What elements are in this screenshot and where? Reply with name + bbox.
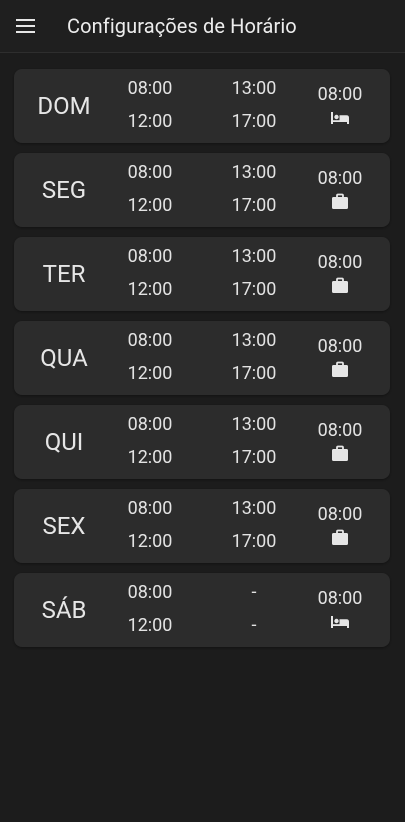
day-label: SÁB [41, 596, 87, 624]
morning-end-time: 12:00 [127, 279, 173, 300]
morning-end-time: 12:00 [127, 195, 173, 216]
afternoon-start-time: 13:00 [231, 78, 277, 99]
day-card-qua[interactable]: QUA 08:00 12:00 13:00 17:00 08:00 [14, 321, 390, 395]
afternoon-start-time: 13:00 [231, 498, 277, 519]
afternoon-start-time: - [251, 582, 257, 603]
extra-time: 08:00 [317, 588, 363, 609]
morning-end-time: 12:00 [127, 363, 173, 384]
afternoon-start-time: 13:00 [231, 246, 277, 267]
day-label: TER [42, 260, 86, 288]
day-label: SEX [42, 512, 86, 540]
afternoon-start-time: 13:00 [231, 162, 277, 183]
extra-time: 08:00 [317, 504, 363, 525]
morning-start-time: 08:00 [127, 78, 173, 99]
day-card-ter[interactable]: TER 08:00 12:00 13:00 17:00 08:00 [14, 237, 390, 311]
day-card-qui[interactable]: QUI 08:00 12:00 13:00 17:00 08:00 [14, 405, 390, 479]
app-bar: Configurações de Horário [0, 0, 405, 53]
afternoon-start-time: 13:00 [231, 330, 277, 351]
afternoon-end-time: 17:00 [231, 195, 277, 216]
briefcase-icon [332, 361, 348, 377]
day-card-sex[interactable]: SEX 08:00 12:00 13:00 17:00 08:00 [14, 489, 390, 563]
day-label: QUI [44, 428, 84, 456]
briefcase-icon [332, 277, 348, 293]
afternoon-end-time: 17:00 [231, 447, 277, 468]
extra-time: 08:00 [317, 420, 363, 441]
afternoon-end-time: 17:00 [231, 363, 277, 384]
morning-end-time: 12:00 [127, 615, 173, 636]
afternoon-end-time: - [251, 615, 257, 636]
afternoon-end-time: 17:00 [231, 111, 277, 132]
extra-time: 08:00 [317, 168, 363, 189]
bed-icon [331, 616, 349, 628]
morning-start-time: 08:00 [127, 246, 173, 267]
extra-time: 08:00 [317, 84, 363, 105]
day-card-dom[interactable]: DOM 08:00 12:00 13:00 17:00 08:00 [14, 69, 390, 143]
morning-start-time: 08:00 [127, 330, 173, 351]
schedule-list: DOM 08:00 12:00 13:00 17:00 08:00 SEG 08… [14, 69, 390, 657]
morning-end-time: 12:00 [127, 531, 173, 552]
afternoon-end-time: 17:00 [231, 531, 277, 552]
extra-time: 08:00 [317, 252, 363, 273]
menu-icon[interactable] [16, 19, 35, 33]
bed-icon [331, 112, 349, 124]
day-label: QUA [40, 344, 88, 372]
day-label: SEG [41, 176, 87, 204]
morning-start-time: 08:00 [127, 498, 173, 519]
page-title: Configurações de Horário [67, 14, 297, 38]
afternoon-start-time: 13:00 [231, 414, 277, 435]
day-label: DOM [37, 92, 91, 120]
morning-end-time: 12:00 [127, 111, 173, 132]
morning-start-time: 08:00 [127, 162, 173, 183]
day-card-sab[interactable]: SÁB 08:00 12:00 - - 08:00 [14, 573, 390, 647]
briefcase-icon [332, 529, 348, 545]
extra-time: 08:00 [317, 336, 363, 357]
morning-start-time: 08:00 [127, 414, 173, 435]
briefcase-icon [332, 193, 348, 209]
briefcase-icon [332, 445, 348, 461]
day-card-seg[interactable]: SEG 08:00 12:00 13:00 17:00 08:00 [14, 153, 390, 227]
afternoon-end-time: 17:00 [231, 279, 277, 300]
morning-end-time: 12:00 [127, 447, 173, 468]
morning-start-time: 08:00 [127, 582, 173, 603]
